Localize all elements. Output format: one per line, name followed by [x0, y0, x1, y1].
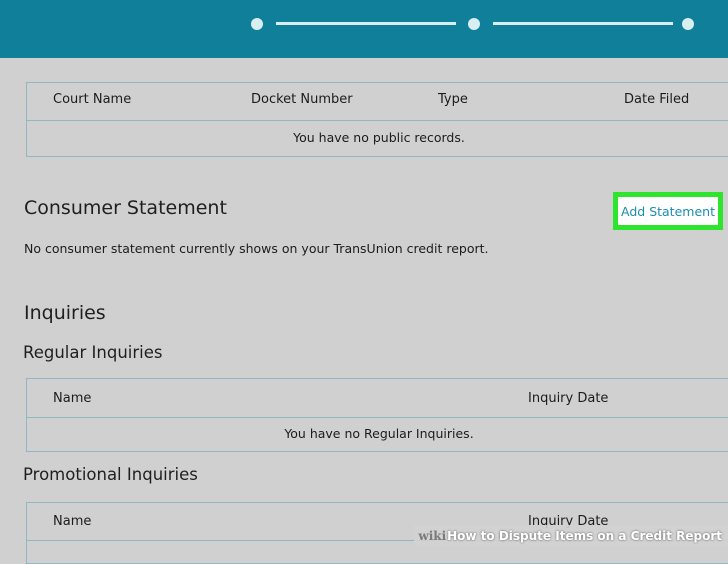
public-records-table: Court Name Docket Number Type Date Filed…: [26, 82, 728, 157]
regular-inquiries-header-row: Name Inquiry Date: [27, 379, 728, 418]
progress-step-2: [468, 18, 480, 30]
column-header-name: Name: [53, 391, 92, 406]
watermark-title: How to Dispute Items on a Credit Report: [447, 528, 722, 543]
regular-inquiries-title: Regular Inquiries: [23, 343, 163, 362]
regular-inquiries-table: Name Inquiry Date You have no Regular In…: [26, 378, 728, 452]
column-header-name: Name: [53, 514, 92, 529]
progress-line-1: [276, 22, 456, 25]
add-statement-button[interactable]: Add Statement: [613, 192, 723, 230]
column-header-court-name: Court Name: [53, 92, 132, 107]
column-header-inquiry-date: Inquiry Date: [528, 391, 609, 406]
progress-step-1: [251, 18, 263, 30]
progress-step-3: [682, 18, 694, 30]
promotional-inquiries-title: Promotional Inquiries: [23, 465, 198, 484]
consumer-statement-title: Consumer Statement: [24, 197, 227, 219]
progress-line-2: [493, 22, 673, 25]
watermark-brand: wiki: [418, 528, 447, 543]
column-header-date-filed: Date Filed: [624, 92, 690, 107]
top-header-bar: [0, 0, 728, 58]
public-records-header-row: Court Name Docket Number Type Date Filed: [27, 83, 728, 121]
column-header-docket-number: Docket Number: [251, 92, 353, 107]
public-records-empty-message: You have no public records.: [293, 130, 465, 145]
regular-inquiries-empty-message: You have no Regular Inquiries.: [284, 426, 474, 441]
inquiries-title: Inquiries: [24, 302, 106, 324]
wikihow-watermark: wiki How to Dispute Items on a Credit Re…: [414, 525, 728, 546]
consumer-statement-message: No consumer statement currently shows on…: [24, 241, 489, 256]
column-header-type: Type: [438, 92, 468, 107]
